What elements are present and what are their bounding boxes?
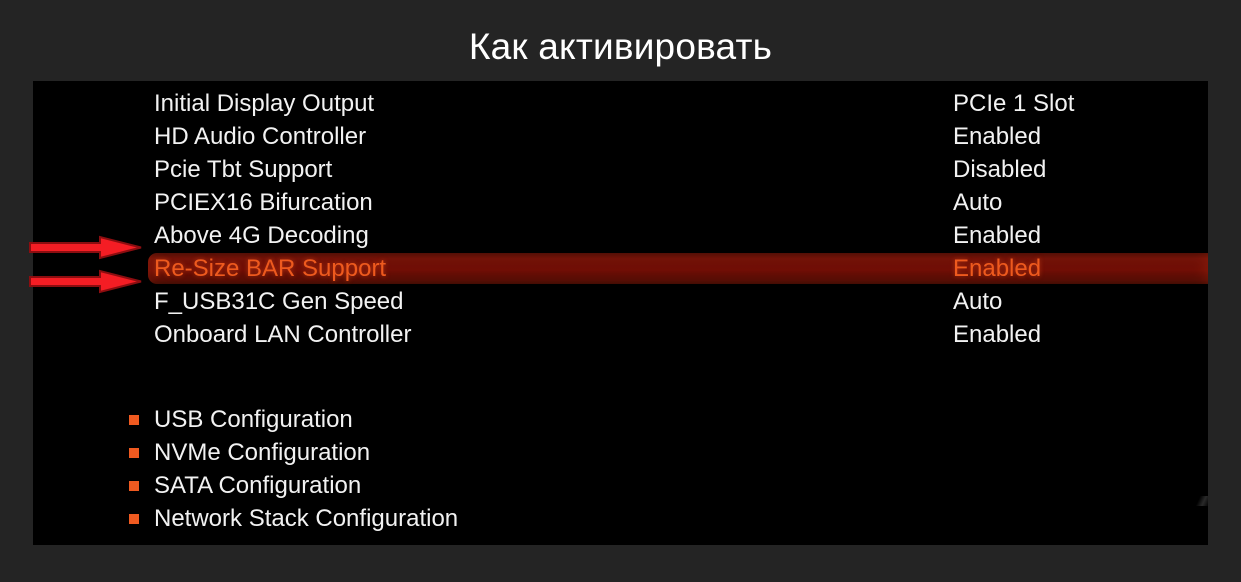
square-bullet-icon — [129, 415, 139, 425]
bios-submenu-row[interactable]: Network Stack Configuration — [33, 502, 1208, 535]
bios-settings-list: Initial Display Output PCIe 1 Slot HD Audi… — [33, 87, 1208, 351]
setting-label: Onboard LAN Controller — [154, 321, 412, 348]
setting-label: PCIEX16 Bifurcation — [154, 189, 373, 216]
submenu-label: SATA Configuration — [154, 472, 362, 499]
bios-setting-row[interactable]: HD Audio Controller Enabled — [33, 120, 1208, 153]
setting-label: Above 4G Decoding — [154, 222, 369, 249]
setting-label: Pcie Tbt Support — [154, 156, 333, 183]
bios-submenu-list: USB Configuration NVMe Configuration SATA … — [33, 403, 1208, 535]
setting-label: Initial Display Output — [154, 90, 375, 117]
setting-label: Re-Size BAR Support — [154, 255, 387, 282]
square-bullet-icon — [129, 481, 139, 491]
bios-setting-row[interactable]: Above 4G Decoding Enabled — [33, 219, 1208, 252]
setting-value[interactable]: Enabled — [953, 219, 1041, 252]
bios-setting-row[interactable]: Initial Display Output PCIe 1 Slot — [33, 87, 1208, 120]
setting-label: F_USB31C Gen Speed — [154, 288, 404, 315]
submenu-label: NVMe Configuration — [154, 439, 371, 466]
annotation-arrow-resize-bar-support — [28, 268, 143, 295]
bios-submenu-row[interactable]: SATA Configuration — [33, 469, 1208, 502]
square-bullet-icon — [129, 514, 139, 524]
setting-value[interactable]: Enabled — [953, 120, 1041, 153]
panel-artifact — [1193, 496, 1208, 506]
submenu-label: Network Stack Configuration — [154, 505, 459, 532]
setting-value[interactable]: Auto — [953, 186, 1002, 219]
setting-value[interactable]: PCIe 1 Slot — [953, 87, 1074, 120]
setting-value[interactable]: Enabled — [953, 318, 1041, 351]
bios-submenu-row[interactable]: USB Configuration — [33, 403, 1208, 436]
bios-setting-row[interactable]: Re-Size BAR Support Enabled — [33, 252, 1208, 285]
setting-label: HD Audio Controller — [154, 123, 367, 150]
setting-value[interactable]: Disabled — [953, 153, 1046, 186]
bios-setting-row[interactable]: F_USB31C Gen Speed Auto — [33, 285, 1208, 318]
page-title: Как активировать — [468, 26, 773, 67]
bios-settings-panel: Initial Display Output PCIe 1 Slot HD Audi… — [33, 81, 1208, 545]
square-bullet-icon — [129, 448, 139, 458]
setting-value[interactable]: Auto — [953, 285, 1002, 318]
bios-submenu-row[interactable]: NVMe Configuration — [33, 436, 1208, 469]
annotation-arrow-above-4g-decoding — [28, 234, 143, 261]
bios-setting-row[interactable]: Onboard LAN Controller Enabled — [33, 318, 1208, 351]
setting-value[interactable]: Enabled — [953, 252, 1041, 285]
bios-setting-row[interactable]: Pcie Tbt Support Disabled — [33, 153, 1208, 186]
submenu-label: USB Configuration — [154, 406, 353, 433]
bios-setting-row[interactable]: PCIEX16 Bifurcation Auto — [33, 186, 1208, 219]
